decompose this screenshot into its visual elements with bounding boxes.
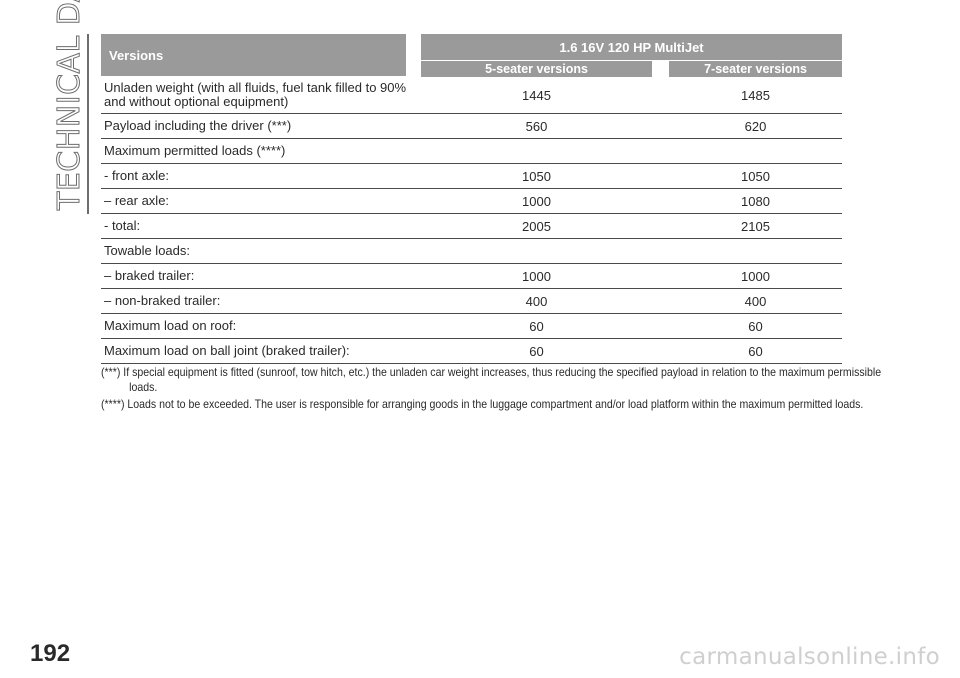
header-5-seater: 5-seater versions	[421, 61, 652, 77]
watermark: carmanualsonline.info	[679, 644, 940, 670]
row-value-7-seater: 2105	[741, 218, 770, 234]
table-row: – rear axle: 1000 1080	[101, 189, 842, 214]
section-title: TECHNICAL DATA	[52, 0, 88, 211]
section-divider	[87, 34, 89, 214]
row-value-7-seater: 1000	[741, 268, 770, 284]
row-label: - front axle:	[104, 168, 170, 183]
row-label: – non-braked trailer:	[104, 293, 221, 308]
row-label: – braked trailer:	[104, 268, 195, 283]
header-7-seater: 7-seater versions	[669, 61, 842, 77]
row-value-7-seater: 620	[744, 118, 767, 134]
row-label: Maximum permitted loads (****)	[104, 143, 286, 158]
table-row: Maximum load on ball joint (braked trail…	[101, 339, 842, 364]
footnote: (****) Loads not to be exceeded. The use…	[101, 397, 864, 411]
table-row: Maximum load on roof: 60 60	[101, 314, 842, 339]
row-value-7-seater: 1485	[741, 87, 770, 103]
row-value-5-seater	[421, 239, 652, 263]
row-label: Payload including the driver (***)	[104, 118, 292, 133]
table-row: Unladen weight (with all fluids, fuel ta…	[101, 77, 842, 114]
footnotes: (***) If special equipment is fitted (su…	[101, 365, 881, 414]
table-row: - total: 2005 2105	[101, 214, 842, 239]
table-row: Payload including the driver (***) 560 6…	[101, 114, 842, 139]
row-value-7-seater	[669, 239, 842, 263]
row-value-5-seater: 2005	[522, 218, 551, 234]
row-value-7-seater: 1080	[741, 193, 770, 209]
row-value-7-seater: 60	[748, 343, 763, 359]
row-value-5-seater: 560	[525, 118, 548, 134]
row-label: Towable loads:	[104, 243, 190, 258]
row-value-7-seater: 1050	[741, 168, 770, 184]
page-number: 192	[30, 640, 71, 667]
row-value-5-seater: 1050	[522, 168, 551, 184]
table-row: - front axle: 1050 1050	[101, 164, 842, 189]
row-value-5-seater: 400	[525, 293, 548, 309]
row-label: Unladen weight (with all fluids, fuel ta…	[104, 80, 407, 109]
header-engine: 1.6 16V 120 HP MultiJet	[421, 34, 842, 60]
footnote: (***) If special equipment is fitted (su…	[101, 365, 882, 394]
row-value-7-seater: 60	[748, 318, 763, 334]
row-value-5-seater: 1445	[522, 87, 551, 103]
row-label: Maximum load on roof:	[104, 318, 237, 333]
row-label: Maximum load on ball joint (braked trail…	[104, 343, 350, 358]
table-row: Towable loads:	[101, 239, 842, 264]
row-label: – rear axle:	[104, 193, 170, 208]
table-row: – non-braked trailer: 400 400	[101, 289, 842, 314]
row-value-7-seater: 400	[744, 293, 767, 309]
header-versions: Versions	[101, 34, 406, 76]
row-value-5-seater: 60	[529, 343, 544, 359]
row-value-5-seater: 1000	[522, 268, 551, 284]
row-value-5-seater: 60	[529, 318, 544, 334]
row-value-5-seater: 1000	[522, 193, 551, 209]
table-row: – braked trailer: 1000 1000	[101, 264, 842, 289]
row-value-5-seater	[421, 139, 652, 163]
row-label: - total:	[104, 218, 141, 233]
row-value-7-seater	[669, 139, 842, 163]
weights-table: Unladen weight (with all fluids, fuel ta…	[101, 77, 842, 364]
table-row: Maximum permitted loads (****)	[101, 139, 842, 164]
